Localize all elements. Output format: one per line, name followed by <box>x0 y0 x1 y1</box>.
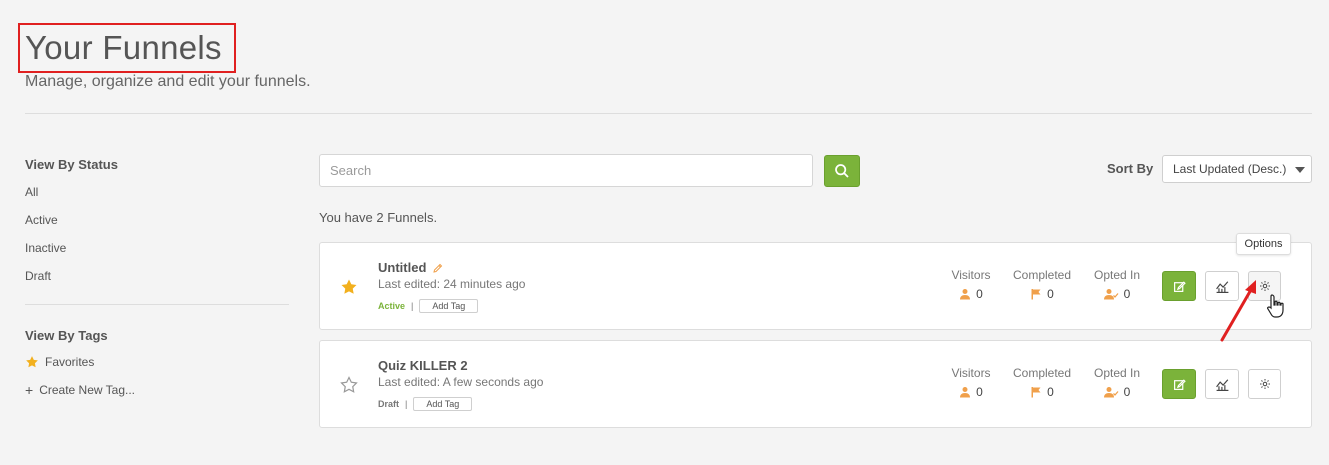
status-badge: Draft <box>378 399 400 409</box>
completed-stat: Completed 0 <box>1010 366 1074 399</box>
search-input[interactable] <box>319 154 813 187</box>
completed-stat: Completed 0 <box>1010 268 1074 301</box>
options-button[interactable] <box>1248 369 1281 399</box>
funnel-name-text: Quiz KILLER 2 <box>378 358 468 373</box>
annotation-arrow-icon <box>1220 280 1256 342</box>
funnel-name[interactable]: Untitled <box>378 260 444 275</box>
opted-in-stat: Opted In 0 <box>1091 366 1143 399</box>
stat-label: Completed <box>1012 268 1072 282</box>
meta-separator: | <box>405 399 408 409</box>
stat-label: Completed <box>1012 366 1072 380</box>
search-button[interactable] <box>824 155 860 187</box>
stat-label: Visitors <box>951 268 991 282</box>
plus-icon: + <box>25 382 34 398</box>
stat-value: 0 <box>1047 287 1054 301</box>
funnel-meta: Draft | Add Tag <box>378 397 473 411</box>
meta-separator: | <box>411 301 414 311</box>
sidebar-divider <box>25 304 289 305</box>
status-badge: Active <box>378 301 406 311</box>
star-filled-icon[interactable] <box>340 278 358 296</box>
star-icon <box>26 356 38 368</box>
search-icon <box>835 164 849 178</box>
user-icon <box>960 289 971 300</box>
header-divider <box>25 113 1312 114</box>
funnel-name[interactable]: Quiz KILLER 2 <box>378 358 468 373</box>
funnel-last-edited: Last edited: 24 minutes ago <box>378 277 526 291</box>
funnel-last-edited: Last edited: A few seconds ago <box>378 375 544 389</box>
user-icon <box>960 387 971 398</box>
create-tag-label: Create New Tag... <box>39 383 136 397</box>
sort-selected-value: Last Updated (Desc.) <box>1173 162 1287 176</box>
create-new-tag-link[interactable]: + Create New Tag... <box>25 383 135 397</box>
gear-icon <box>1259 379 1270 389</box>
page-title: Your Funnels <box>25 29 222 66</box>
funnel-card: Untitled Last edited: 24 minutes ago Act… <box>319 242 1312 330</box>
status-filter-draft[interactable]: Draft <box>25 269 51 283</box>
sort-label: Sort By <box>1107 161 1154 176</box>
flag-icon <box>1031 387 1041 398</box>
stat-label: Opted In <box>1093 268 1141 282</box>
user-check-icon <box>1103 289 1119 300</box>
opted-in-stat: Opted In 0 <box>1091 268 1143 301</box>
chart-icon <box>1215 378 1228 391</box>
funnel-card: Quiz KILLER 2 Last edited: A few seconds… <box>319 340 1312 428</box>
page-subtitle: Manage, organize and edit your funnels. <box>25 73 311 90</box>
hand-cursor-icon <box>1266 294 1284 318</box>
star-outline-icon[interactable] <box>340 376 358 394</box>
edit-funnel-button[interactable] <box>1162 271 1196 301</box>
add-tag-button[interactable]: Add Tag <box>419 299 479 313</box>
edit-icon <box>1173 378 1186 390</box>
add-tag-button[interactable]: Add Tag <box>413 397 473 411</box>
tag-filter-favorites[interactable]: Favorites <box>25 355 94 369</box>
edit-icon <box>1173 280 1186 292</box>
stat-label: Opted In <box>1093 366 1141 380</box>
stat-value: 0 <box>1047 385 1054 399</box>
funnel-count: You have 2 Funnels. <box>319 210 438 225</box>
chevron-down-icon <box>1295 167 1305 173</box>
tags-filter-heading: View By Tags <box>25 328 108 343</box>
funnel-meta: Active | Add Tag <box>378 299 479 313</box>
favorites-label: Favorites <box>45 355 95 369</box>
funnel-name-text: Untitled <box>378 260 427 275</box>
visitors-stat: Visitors 0 <box>950 366 992 399</box>
stat-value: 0 <box>1123 287 1131 301</box>
stat-value: 0 <box>976 385 983 399</box>
user-check-icon <box>1103 387 1119 398</box>
status-filter-heading: View By Status <box>25 157 118 172</box>
stat-value: 0 <box>1123 385 1131 399</box>
status-filter-all[interactable]: All <box>25 185 38 199</box>
edit-funnel-button[interactable] <box>1162 369 1196 399</box>
sort-select[interactable]: Last Updated (Desc.) <box>1162 155 1312 183</box>
stat-label: Visitors <box>951 366 991 380</box>
status-filter-active[interactable]: Active <box>25 213 58 227</box>
flag-icon <box>1031 289 1041 300</box>
options-tooltip: Options <box>1236 233 1291 255</box>
stats-button[interactable] <box>1205 369 1239 399</box>
visitors-stat: Visitors 0 <box>950 268 992 301</box>
status-filter-inactive[interactable]: Inactive <box>25 241 66 255</box>
pencil-icon[interactable] <box>432 262 444 274</box>
stat-value: 0 <box>976 287 983 301</box>
